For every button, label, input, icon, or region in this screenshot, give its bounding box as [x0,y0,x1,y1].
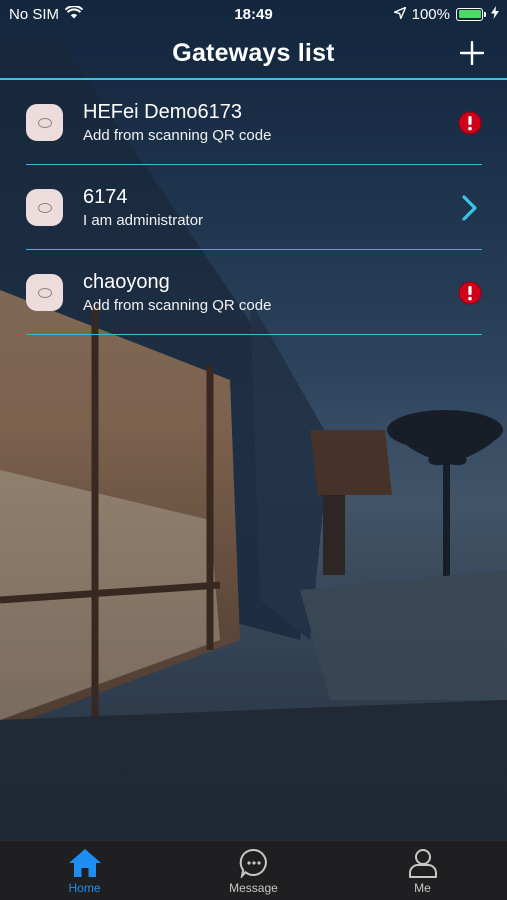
gateway-name: chaoyong [83,270,170,293]
gateway-subtitle: I am administrator [83,211,204,229]
plus-icon [460,41,484,65]
gateway-device-icon [26,189,63,226]
tab-home[interactable]: Home [0,841,169,900]
gateway-device-icon [26,104,63,141]
gateway-row[interactable]: 6174 I am administrator [0,165,507,250]
nav-bar: Gateways list [0,28,507,80]
home-icon [68,849,101,877]
tab-label: Me [414,881,431,895]
gateway-name: 6174 [83,185,128,208]
tab-message[interactable]: Message [169,841,338,900]
tab-bar: Home Message Me [0,840,507,900]
alert-icon[interactable] [457,110,483,136]
gateway-subtitle: Add from scanning QR code [83,126,272,144]
gateway-subtitle: Add from scanning QR code [83,296,272,314]
gateway-list: HEFei Demo6173 Add from scanning QR code… [0,80,507,335]
gateway-name: HEFei Demo6173 [83,100,242,123]
charging-bolt-icon [491,5,499,23]
battery-percent: 100% [411,5,450,23]
status-bar: No SIM 18:49 100% [0,0,507,28]
location-arrow-icon [393,6,406,23]
add-gateway-button[interactable] [457,38,487,68]
message-icon [239,848,267,878]
battery-icon [456,7,486,21]
battery-fill [458,10,481,18]
gateway-row[interactable]: HEFei Demo6173 Add from scanning QR code [0,80,507,165]
tab-me[interactable]: Me [338,841,507,900]
person-icon [408,849,437,878]
gateway-row[interactable]: chaoyong Add from scanning QR code [0,250,507,335]
chevron-right-icon[interactable] [457,194,483,221]
wifi-icon [64,4,84,23]
page-title: Gateways list [172,38,335,67]
tab-label: Home [68,881,101,895]
alert-icon[interactable] [457,280,483,306]
gateway-device-icon [26,274,63,311]
carrier-label: No SIM [9,5,60,23]
tab-label: Message [229,881,278,895]
